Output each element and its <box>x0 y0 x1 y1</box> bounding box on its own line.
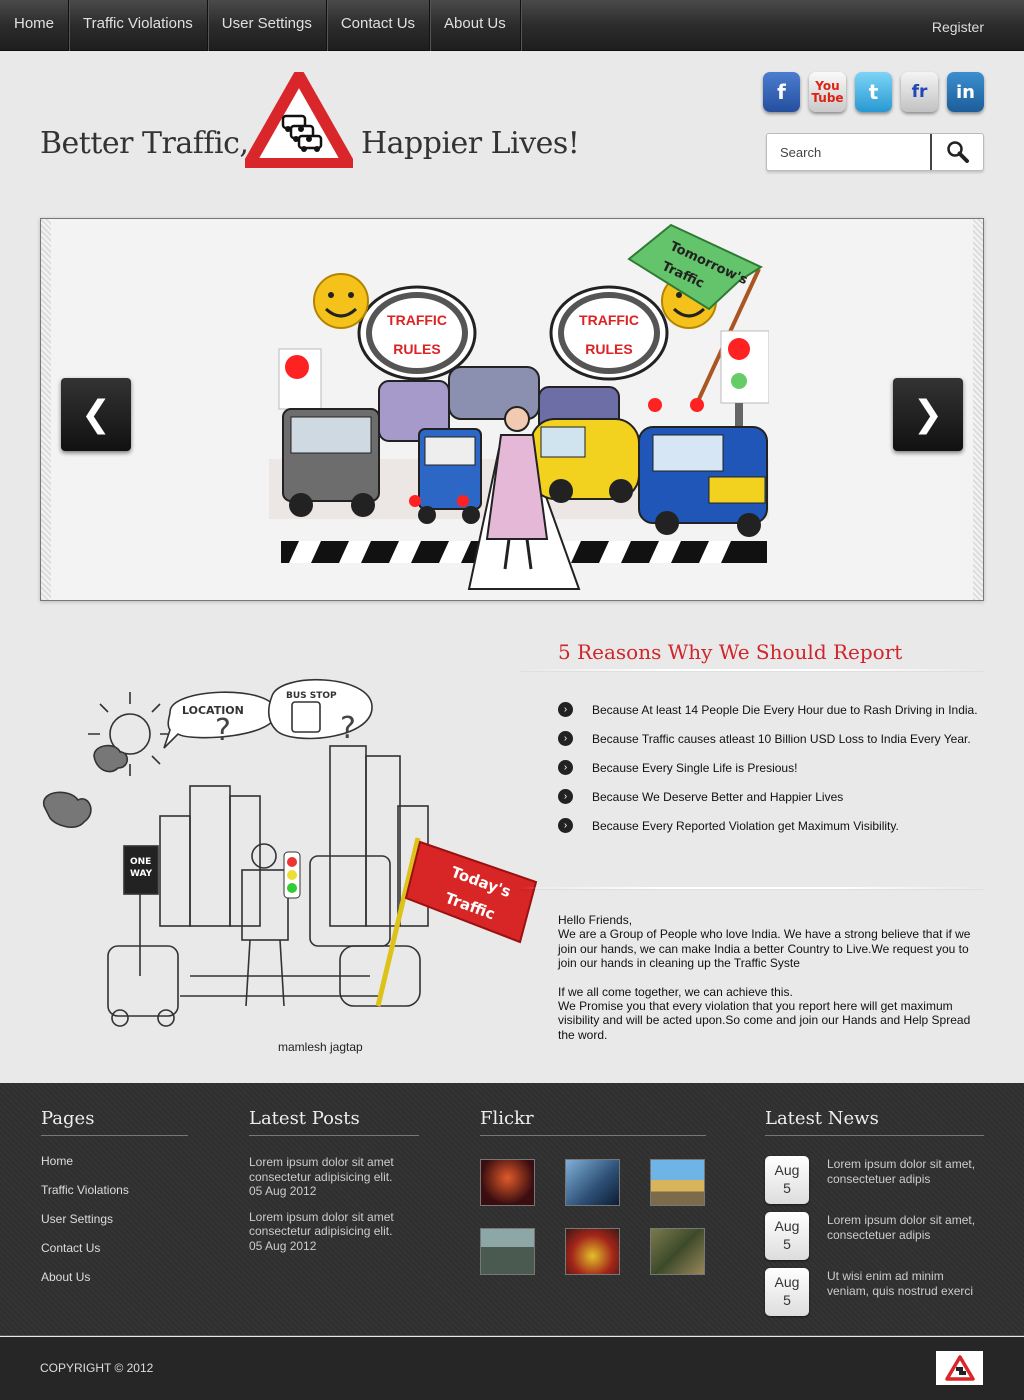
date-badge: Aug 5 <box>765 1156 809 1204</box>
slider-edge-right <box>973 219 983 600</box>
list-item: › Because Every Single Life is Presious! <box>558 753 978 782</box>
footer-heading: Flickr <box>480 1108 706 1136</box>
top-nav: Home Traffic Violations User Settings Co… <box>0 0 1024 51</box>
footer-link-user-settings[interactable]: User Settings <box>41 1212 113 1226</box>
news-item[interactable]: Aug 5 Lorem ipsum dolor sit amet, consec… <box>765 1212 984 1268</box>
about-text: Hello Friends, We are a Group of People … <box>558 913 978 1056</box>
footer-latest-news: Latest News Aug 5 Lorem ipsum dolor sit … <box>765 1108 984 1324</box>
footer-latest-posts: Latest Posts Lorem ipsum dolor sit amet … <box>249 1108 419 1253</box>
about-paragraph: Hello Friends, We are a Group of People … <box>558 913 971 971</box>
search-icon <box>946 141 969 163</box>
smiley-left <box>313 273 369 329</box>
slider-edge-left <box>41 219 51 600</box>
illustration-caption: mamlesh jagtap <box>278 1040 363 1054</box>
about-paragraph: If we all come together, we can achieve … <box>558 984 971 1042</box>
tagline-right: Happier Lives! <box>361 126 580 161</box>
todays-traffic-illustration: LOCATION BUS STOP ONE WAY ? ? Today's Tr… <box>43 678 538 1027</box>
register-link[interactable]: Register <box>932 19 984 35</box>
list-item: › Because At least 14 People Die Every Ho… <box>558 695 978 724</box>
nav-menu: Home Traffic Violations User Settings Co… <box>0 0 1024 51</box>
nav-contact-us[interactable]: Contact Us <box>327 0 429 51</box>
list-item: › Because Traffic causes atleast 10 Billi… <box>558 724 978 753</box>
svg-text:TRAFFIC: TRAFFIC <box>387 312 447 328</box>
youtube-icon[interactable]: You Tube <box>809 72 846 112</box>
flickr-thumbnail[interactable] <box>650 1228 705 1275</box>
flickr-grid <box>480 1159 706 1275</box>
traffic-warning-icon <box>944 1355 975 1381</box>
arrow-bullet-icon: › <box>558 789 573 804</box>
arrow-bullet-icon: › <box>558 702 573 717</box>
tagline-left: Better Traffic, <box>40 126 249 161</box>
footer-link-home[interactable]: Home <box>41 1154 73 1168</box>
footer-link-contact-us[interactable]: Contact Us <box>41 1241 100 1255</box>
image-slider: TRAFFIC RULES TRAFFIC RULES Tomorrow's T… <box>40 218 984 601</box>
footer-link-traffic-violations[interactable]: Traffic Violations <box>41 1183 129 1197</box>
bottom-bar: COPYRIGHT © 2012 <box>0 1337 1024 1400</box>
todays-traffic-flag: Today's Traffic <box>375 837 538 1007</box>
traffic-rules-bubble-left: TRAFFIC RULES <box>357 285 477 381</box>
footer-heading: Latest News <box>765 1108 984 1136</box>
divider <box>520 887 984 889</box>
svg-text:RULES: RULES <box>393 341 440 357</box>
flickr-thumbnail[interactable] <box>565 1159 620 1206</box>
footer: Pages Home Traffic Violations User Setti… <box>0 1083 1024 1336</box>
tomorrows-traffic-illustration: TRAFFIC RULES TRAFFIC RULES Tomorrow's T… <box>269 223 769 590</box>
date-badge: Aug 5 <box>765 1268 809 1316</box>
footer-heading: Pages <box>41 1108 188 1136</box>
date-badge: Aug 5 <box>765 1212 809 1260</box>
linkedin-icon[interactable]: in <box>947 72 984 112</box>
arrow-bullet-icon: › <box>558 818 573 833</box>
list-item: › Because We Deserve Better and Happier L… <box>558 782 978 811</box>
news-item[interactable]: Aug 5 Ut wisi enim ad minim veniam, quis… <box>765 1268 984 1324</box>
nav-user-settings[interactable]: User Settings <box>208 0 326 51</box>
flickr-thumbnail[interactable] <box>480 1159 535 1206</box>
footer-logo[interactable] <box>936 1351 983 1385</box>
svg-text:?: ? <box>215 713 231 748</box>
traffic-warning-logo[interactable] <box>245 72 353 168</box>
svg-text:TRAFFIC: TRAFFIC <box>579 312 639 328</box>
flickr-thumbnail[interactable] <box>480 1228 535 1275</box>
nav-traffic-violations[interactable]: Traffic Violations <box>69 0 207 51</box>
svg-text:BUS STOP: BUS STOP <box>286 691 337 701</box>
footer-heading: Latest Posts <box>249 1108 419 1136</box>
arrow-bullet-icon: › <box>558 731 573 746</box>
nav-about-us[interactable]: About Us <box>430 0 520 51</box>
svg-text:?: ? <box>340 711 356 746</box>
reasons-list: › Because At least 14 People Die Every Ho… <box>558 695 978 840</box>
search-box <box>766 133 984 171</box>
svg-text:RULES: RULES <box>585 341 632 357</box>
footer-pages-list: Home Traffic Violations User Settings Co… <box>41 1152 188 1297</box>
traffic-light-left <box>278 348 322 410</box>
footer-flickr: Flickr <box>480 1108 706 1275</box>
nav-home[interactable]: Home <box>0 0 68 51</box>
slider-next-button[interactable]: ❯ <box>893 378 963 451</box>
post-item[interactable]: Lorem ipsum dolor sit amet consectetur a… <box>249 1210 414 1254</box>
divider <box>520 669 984 671</box>
search-input[interactable] <box>767 134 930 170</box>
traffic-rules-bubble-right: TRAFFIC RULES <box>549 285 669 381</box>
svg-text:LOCATION: LOCATION <box>182 704 244 717</box>
friendfeed-icon[interactable]: fr <box>901 72 938 112</box>
post-date: 05 Aug 2012 <box>249 1184 317 1198</box>
svg-text:WAY: WAY <box>130 869 153 879</box>
traffic-light-sketch <box>283 851 301 899</box>
post-item[interactable]: Lorem ipsum dolor sit amet consectetur a… <box>249 1155 414 1199</box>
facebook-icon[interactable]: f <box>763 72 800 112</box>
footer-link-about-us[interactable]: About Us <box>41 1270 90 1284</box>
flickr-thumbnail[interactable] <box>650 1159 705 1206</box>
footer-pages: Pages Home Traffic Violations User Setti… <box>41 1108 188 1297</box>
search-button[interactable] <box>930 134 983 170</box>
twitter-icon[interactable]: t <box>855 72 892 112</box>
list-item: › Because Every Reported Violation get Ma… <box>558 811 978 840</box>
flickr-thumbnail[interactable] <box>565 1228 620 1275</box>
reasons-heading: 5 Reasons Why We Should Report <box>558 640 903 664</box>
arrow-bullet-icon: › <box>558 760 573 775</box>
slider-prev-button[interactable]: ❮ <box>61 378 131 451</box>
copyright: COPYRIGHT © 2012 <box>40 1361 154 1375</box>
news-item[interactable]: Aug 5 Lorem ipsum dolor sit amet, consec… <box>765 1156 984 1212</box>
news-list: Aug 5 Lorem ipsum dolor sit amet, consec… <box>765 1156 984 1324</box>
social-links: f You Tube t fr in <box>763 72 984 112</box>
svg-text:ONE: ONE <box>130 857 151 867</box>
post-date: 05 Aug 2012 <box>249 1238 317 1253</box>
